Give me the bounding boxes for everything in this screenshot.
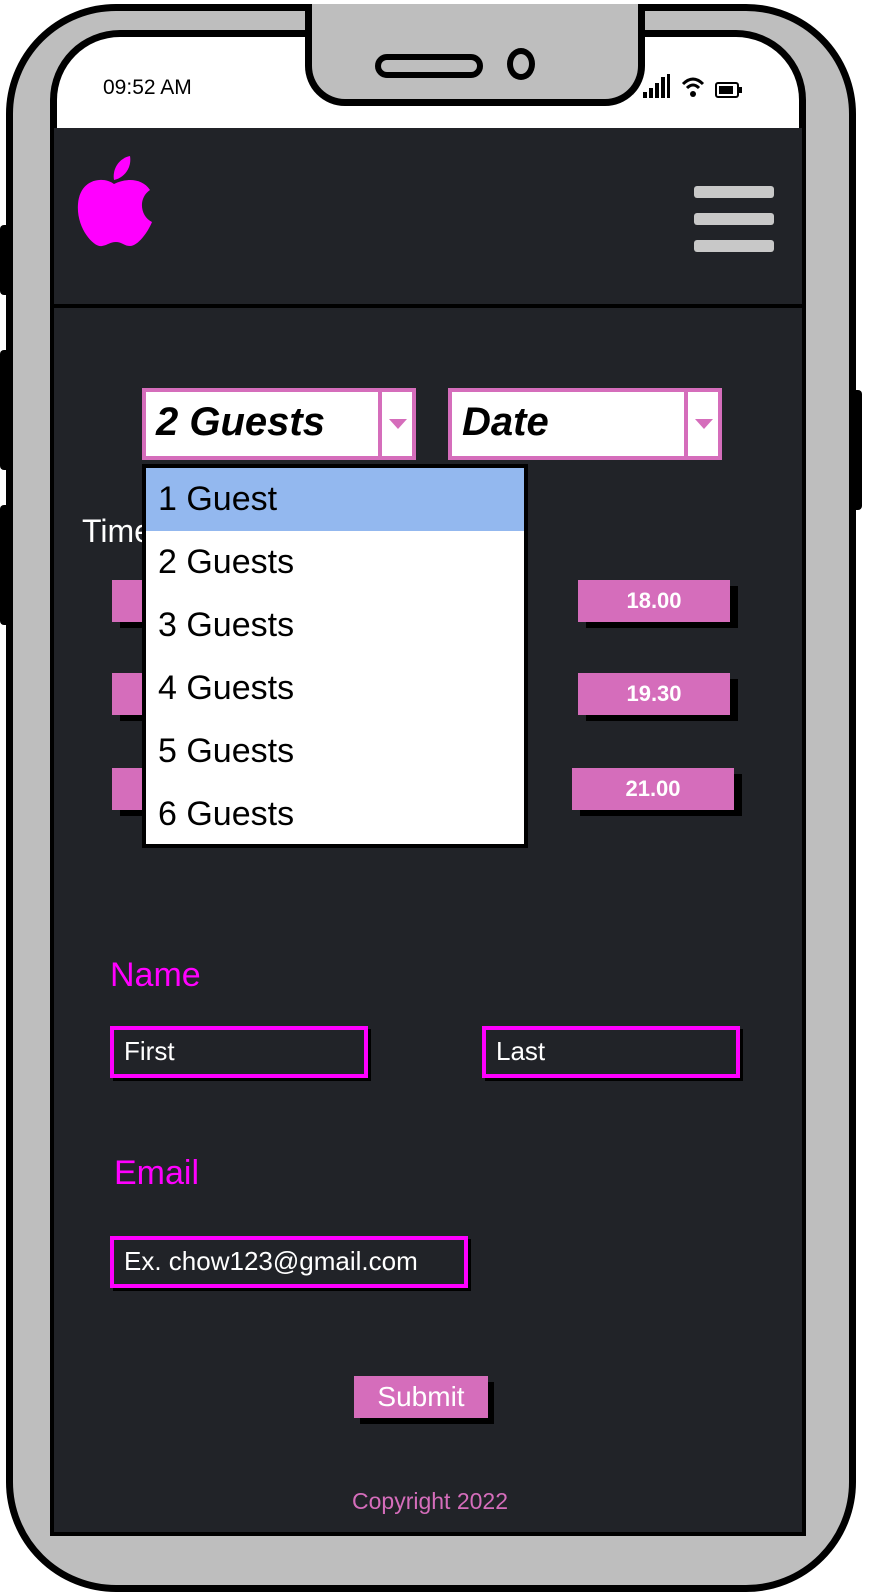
footer-copyright: Copyright 2022: [352, 1488, 508, 1514]
apple-logo-icon[interactable]: [76, 156, 152, 248]
option-2-guests[interactable]: 2 Guests: [146, 531, 524, 594]
camera: [507, 48, 535, 80]
app-screen: 2 Guests Date Time 18.00 19.30 21.00 1 G…: [50, 128, 806, 1536]
volume-button: [0, 505, 10, 625]
chevron-down-icon[interactable]: [378, 392, 412, 456]
name-label: Name: [110, 956, 201, 994]
signal-icon: [643, 74, 670, 98]
option-4-guests[interactable]: 4 Guests: [146, 657, 524, 720]
wifi-icon: [681, 77, 705, 97]
date-select[interactable]: Date: [448, 388, 722, 460]
email-input[interactable]: Ex. chow123@gmail.com: [110, 1236, 468, 1288]
status-icons: [643, 74, 743, 98]
guests-dropdown-list: 1 Guest 2 Guests 3 Guests 4 Guests 5 Gue…: [142, 464, 528, 848]
submit-button[interactable]: Submit: [354, 1376, 488, 1418]
chevron-down-icon[interactable]: [684, 392, 718, 456]
option-5-guests[interactable]: 5 Guests: [146, 720, 524, 783]
email-label: Email: [114, 1154, 200, 1192]
time-slot-1800[interactable]: 18.00: [578, 580, 730, 622]
battery-icon: [715, 82, 742, 98]
volume-button: [0, 350, 10, 470]
time-slot-1930[interactable]: 19.30: [578, 673, 730, 715]
option-3-guests[interactable]: 3 Guests: [146, 594, 524, 657]
first-name-input[interactable]: First: [110, 1026, 368, 1078]
time-slot-2100[interactable]: 21.00: [572, 768, 734, 810]
guests-select[interactable]: 2 Guests: [142, 388, 416, 460]
volume-button: [0, 225, 10, 295]
date-select-value: Date: [462, 400, 549, 444]
last-name-input[interactable]: Last: [482, 1026, 740, 1078]
option-1-guest[interactable]: 1 Guest: [146, 468, 524, 531]
clock: 09:52 AM: [103, 76, 192, 99]
option-6-guests[interactable]: 6 Guests: [146, 783, 524, 846]
hamburger-menu-icon[interactable]: [694, 186, 774, 267]
app-header: [54, 128, 806, 308]
power-button: [852, 390, 862, 510]
guests-select-value: 2 Guests: [156, 400, 325, 444]
speaker: [375, 54, 483, 78]
